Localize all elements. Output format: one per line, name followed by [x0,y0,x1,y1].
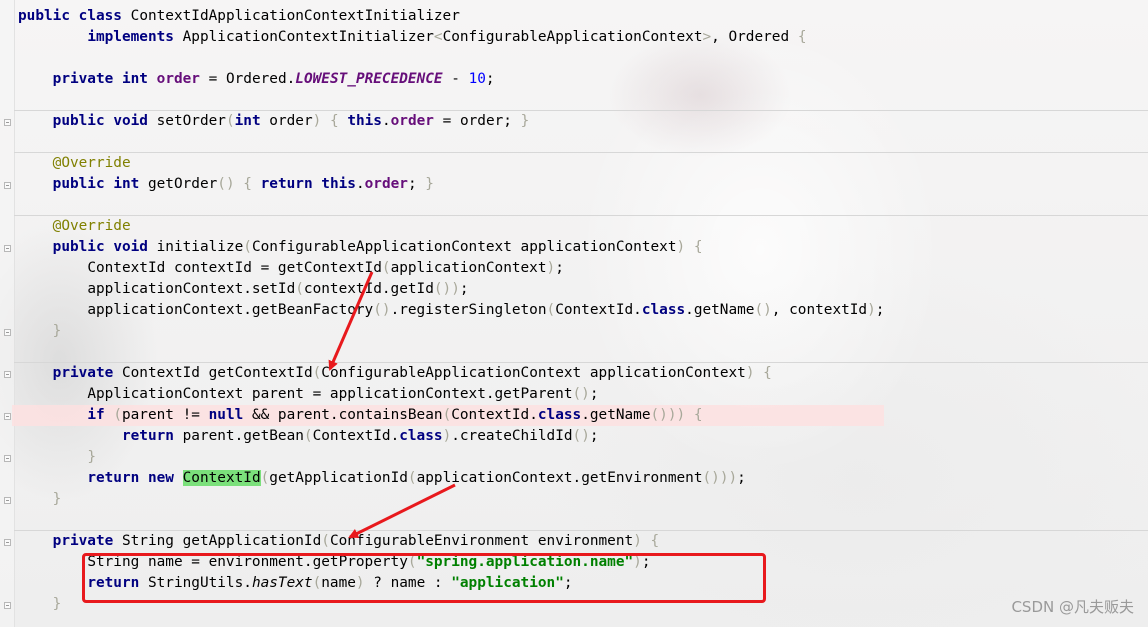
highlight-box [82,553,766,603]
red-arrow [328,271,374,371]
watermark: CSDN @凡夫贩夫 [1011,598,1134,616]
annotation-arrows [328,271,456,539]
red-arrow [348,483,456,539]
